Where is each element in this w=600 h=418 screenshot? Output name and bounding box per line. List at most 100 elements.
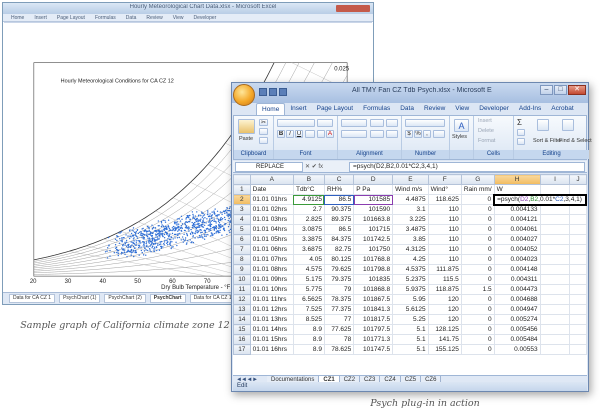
cell-i9[interactable] — [539, 264, 571, 275]
cell-d5[interactable]: 101715 — [353, 224, 394, 235]
cell-j3[interactable] — [569, 204, 587, 215]
cell-h17[interactable]: 0.00553 — [493, 344, 541, 355]
cell-h10[interactable]: 0.004311 — [493, 274, 541, 285]
cell-e9[interactable]: 4.5375 — [392, 264, 429, 275]
back-window-caption-buttons[interactable] — [336, 5, 370, 12]
cell-f2[interactable]: 118.625 — [427, 194, 462, 205]
row-header[interactable]: 11 — [233, 284, 251, 295]
cell-d9[interactable]: 101798.8 — [353, 264, 394, 275]
cell-b8[interactable]: 4.05 — [292, 254, 325, 265]
number-format-select[interactable] — [405, 119, 445, 127]
tab-acrobat[interactable]: Acrobat — [546, 103, 578, 115]
cell-h16[interactable]: 0.005484 — [493, 334, 541, 345]
underline-button[interactable]: U — [295, 130, 303, 138]
cell-a7[interactable]: 01.01 06hrs — [249, 244, 294, 255]
cell-e16[interactable]: 5.1 — [392, 334, 429, 345]
cell-a16[interactable]: 01.01 15hrs — [249, 334, 294, 345]
back-tab-2[interactable]: Page Layout — [57, 14, 85, 21]
column-header-g[interactable]: G — [460, 174, 495, 185]
vertical-align-buttons[interactable] — [341, 119, 367, 127]
name-box[interactable]: REPLACE — [235, 162, 303, 172]
cell-f13[interactable]: 120 — [427, 304, 462, 315]
cell-d1[interactable]: P Pa — [353, 184, 394, 195]
cell-c6[interactable]: 84.375 — [323, 234, 355, 245]
cell-h15[interactable]: 0.005456 — [493, 324, 541, 335]
cell-d3[interactable]: 101590 — [353, 204, 394, 215]
column-header-f[interactable]: F — [427, 174, 462, 185]
row-header[interactable]: 3 — [233, 204, 251, 215]
currency-button[interactable]: $ — [405, 130, 413, 138]
back-tab-0[interactable]: Home — [11, 14, 24, 21]
cell-h4[interactable]: 0.004121 — [493, 214, 541, 225]
cell-e7[interactable]: 4.3125 — [392, 244, 429, 255]
cell-f17[interactable]: 155.125 — [427, 344, 462, 355]
cell-a13[interactable]: 01.01 12hrs — [249, 304, 294, 315]
undo-icon[interactable] — [269, 88, 277, 96]
cell-d8[interactable]: 101768.8 — [353, 254, 394, 265]
row-header[interactable]: 5 — [233, 224, 251, 235]
office-button[interactable] — [233, 84, 255, 106]
cell-b16[interactable]: 8.9 — [292, 334, 325, 345]
cell-e4[interactable]: 3.225 — [392, 214, 429, 225]
horizontal-align-buttons[interactable] — [341, 130, 367, 138]
cell-a6[interactable]: 01.01 05hrs — [249, 234, 294, 245]
cell-h9[interactable]: 0.004148 — [493, 264, 541, 275]
cell-i15[interactable] — [539, 324, 571, 335]
close-button[interactable]: ✕ — [568, 85, 586, 95]
cell-g1[interactable]: Rain mm/ — [460, 184, 495, 195]
copy-icon[interactable] — [259, 128, 268, 135]
cell-f14[interactable]: 120 — [427, 314, 462, 325]
column-header-h[interactable]: H — [493, 174, 541, 185]
cell-e3[interactable]: 3.1 — [392, 204, 429, 215]
cell-a1[interactable]: Date — [249, 184, 294, 195]
cell-g13[interactable]: 0 — [460, 304, 495, 315]
cell-b13[interactable]: 7.525 — [292, 304, 325, 315]
cell-b2[interactable]: 4.9125 — [292, 194, 325, 205]
cell-a3[interactable]: 01.01 02hrs — [249, 204, 294, 215]
cell-a14[interactable]: 01.01 13hrs — [249, 314, 294, 325]
cell-g17[interactable]: 0 — [460, 344, 495, 355]
cell-c5[interactable]: 86.5 — [323, 224, 355, 235]
row-header[interactable]: 12 — [233, 294, 251, 305]
row-header[interactable]: 15 — [233, 324, 251, 335]
cell-a10[interactable]: 01.01 09hrs — [249, 274, 294, 285]
row-header[interactable]: 8 — [233, 254, 251, 265]
cell-j14[interactable] — [569, 314, 587, 325]
cell-g10[interactable]: 0 — [460, 274, 495, 285]
cell-j17[interactable] — [569, 344, 587, 355]
cell-f6[interactable]: 110 — [427, 234, 462, 245]
quick-access-toolbar[interactable] — [259, 88, 287, 96]
cell-j13[interactable] — [569, 304, 587, 315]
cell-g15[interactable]: 0 — [460, 324, 495, 335]
cell-j5[interactable] — [569, 224, 587, 235]
styles-button[interactable]: Styles — [452, 134, 467, 140]
cell-g3[interactable]: 0 — [460, 204, 495, 215]
cell-a8[interactable]: 01.01 07hrs — [249, 254, 294, 265]
cell-c8[interactable]: 80.125 — [323, 254, 355, 265]
tab-developer[interactable]: Developer — [474, 103, 514, 115]
cell-e5[interactable]: 3.4875 — [392, 224, 429, 235]
back-tab-3[interactable]: Formulas — [95, 14, 116, 21]
cell-e17[interactable]: 5.1 — [392, 344, 429, 355]
cell-b14[interactable]: 8.525 — [292, 314, 325, 325]
cell-d12[interactable]: 101867.5 — [353, 294, 394, 305]
cell-g12[interactable]: 0 — [460, 294, 495, 305]
cell-d7[interactable]: 101750 — [353, 244, 394, 255]
cell-f4[interactable]: 110 — [427, 214, 462, 225]
cell-i4[interactable] — [539, 214, 571, 225]
row-header[interactable]: 6 — [233, 234, 251, 245]
cell-g6[interactable]: 0 — [460, 234, 495, 245]
column-header-j[interactable]: J — [569, 174, 587, 185]
cell-e6[interactable]: 3.85 — [392, 234, 429, 245]
cell-a9[interactable]: 01.01 08hrs — [249, 264, 294, 275]
cell-h12[interactable]: 0.004688 — [493, 294, 541, 305]
back-sheet-tab-1[interactable]: PsychChart (1) — [59, 294, 101, 303]
cell-g2[interactable]: 0 — [460, 194, 495, 205]
cell-e11[interactable]: 5.9375 — [392, 284, 429, 295]
cell-b10[interactable]: 5.175 — [292, 274, 325, 285]
cell-e2[interactable]: 4.4875 — [392, 194, 429, 205]
cell-c16[interactable]: 78 — [323, 334, 355, 345]
cell-b7[interactable]: 3.6875 — [292, 244, 325, 255]
cell-b17[interactable]: 8.9 — [292, 344, 325, 355]
cell-a2[interactable]: 01.01 01hrs — [249, 194, 294, 205]
